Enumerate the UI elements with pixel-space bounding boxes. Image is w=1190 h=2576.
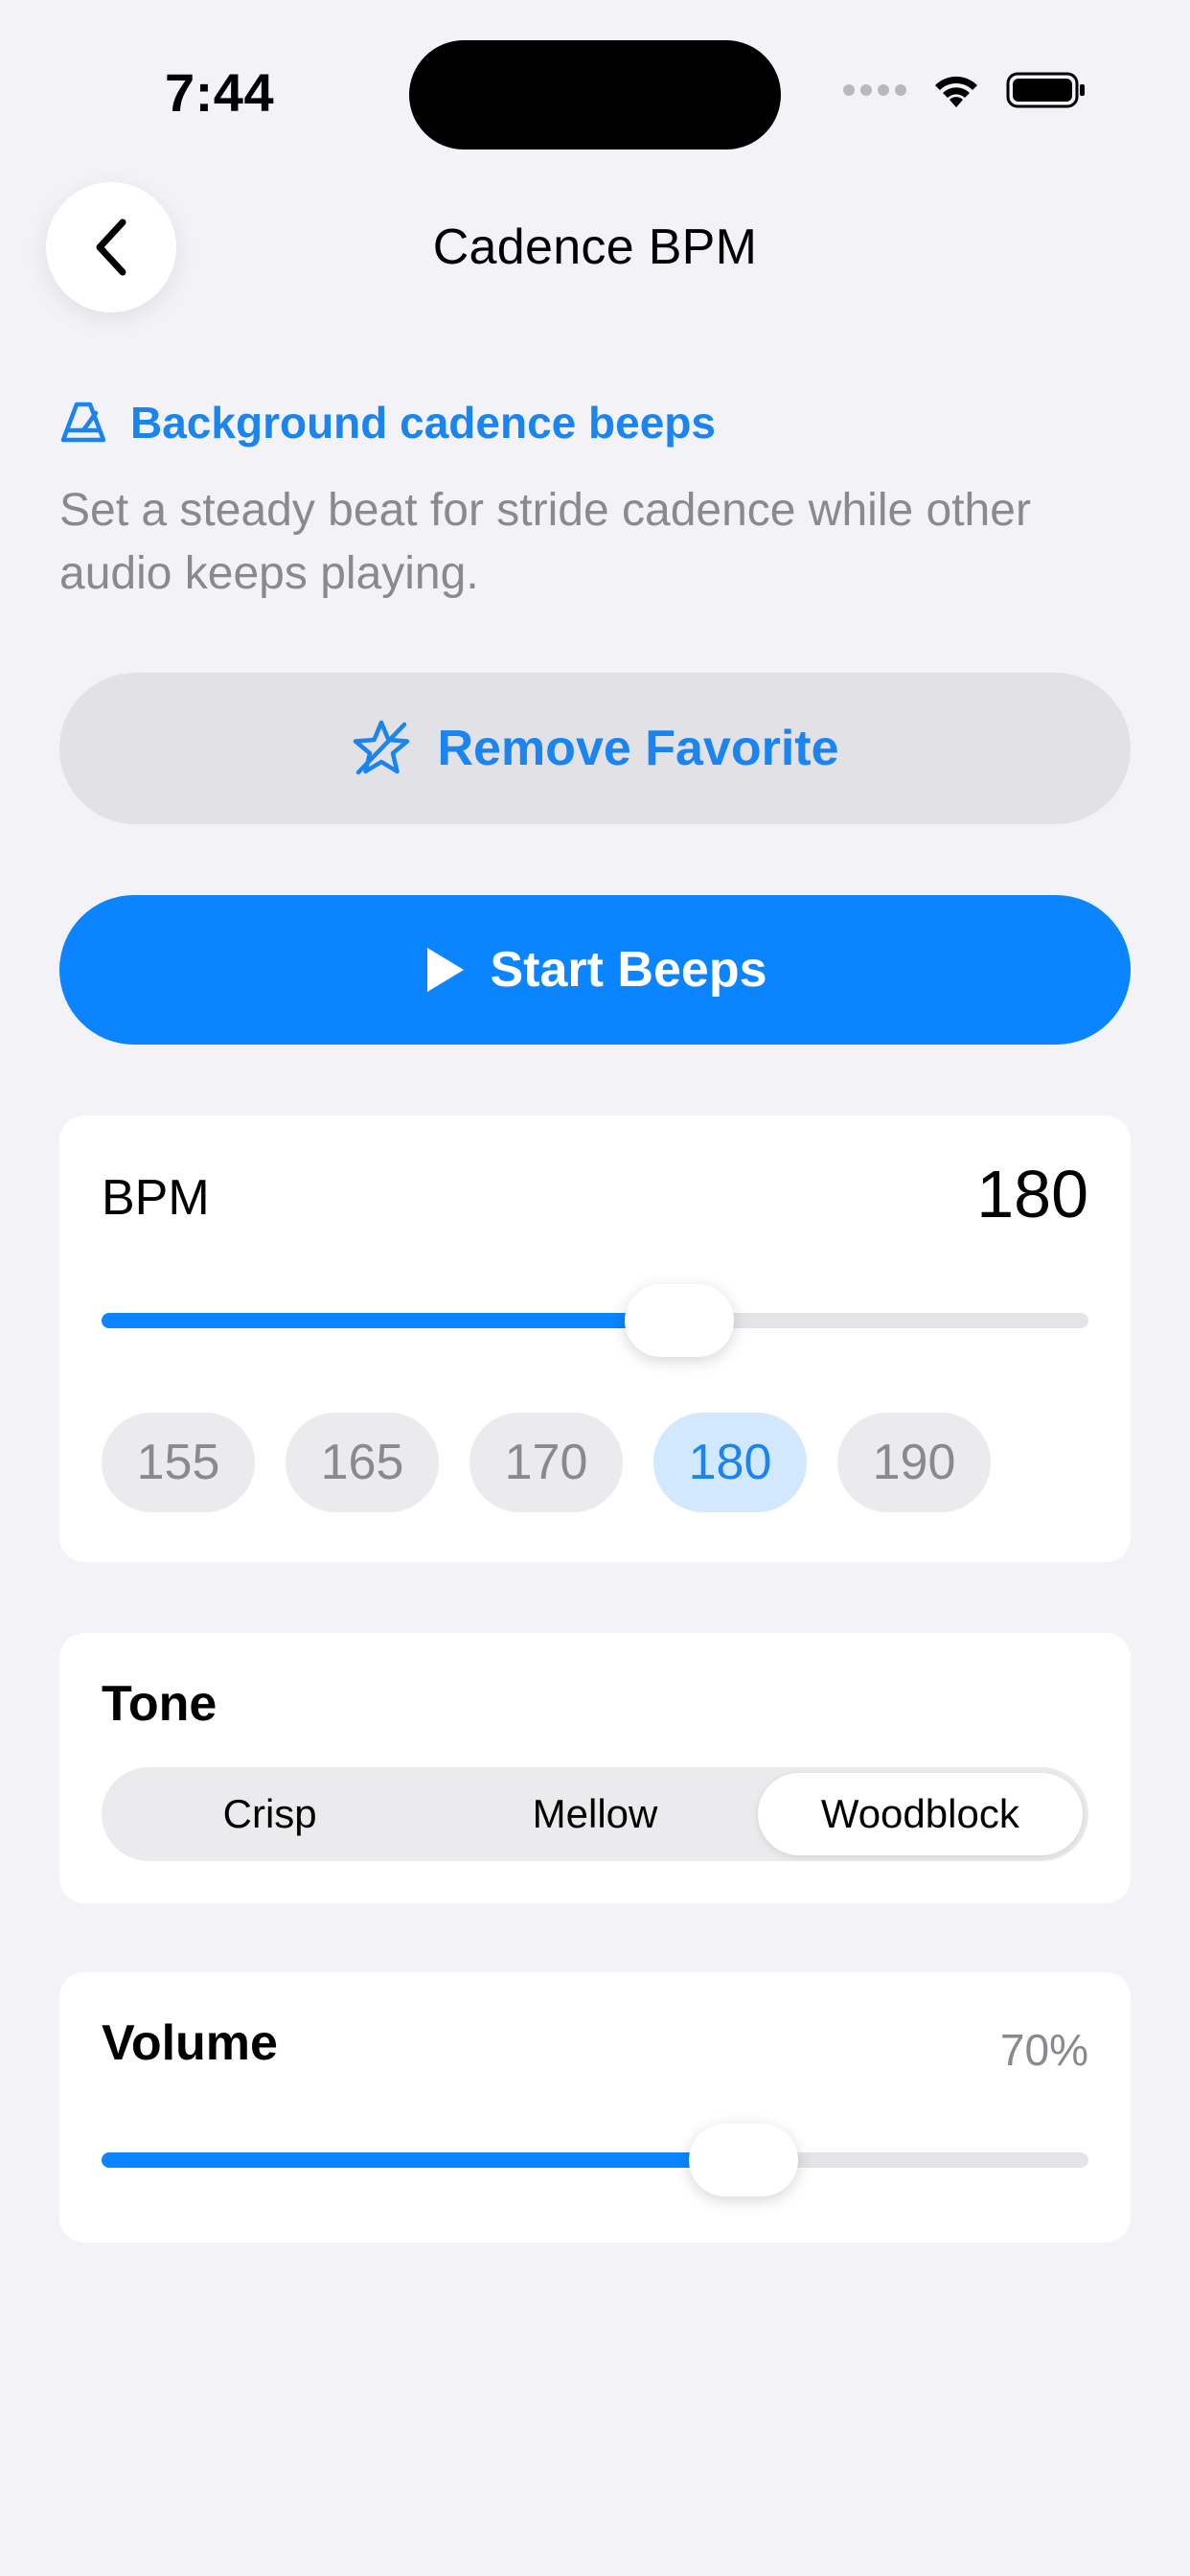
subtitle-text: Background cadence beeps (130, 398, 716, 448)
bpm-preset-180[interactable]: 180 (653, 1413, 807, 1512)
wifi-icon (935, 76, 977, 107)
bpm-preset-165[interactable]: 165 (286, 1413, 439, 1512)
remove-favorite-button[interactable]: Remove Favorite (59, 673, 1131, 824)
volume-label: Volume (102, 2015, 278, 2071)
cellular-icon (843, 84, 906, 96)
tone-segmented-control: Crisp Mellow Woodblock (102, 1767, 1088, 1861)
subtitle-row: Background cadence beeps (59, 397, 716, 448)
dynamic-island (409, 40, 781, 150)
description-text: Set a steady beat for stride cadence whi… (59, 485, 1031, 599)
bpm-slider[interactable] (102, 1284, 1088, 1357)
bpm-slider-thumb[interactable] (624, 1284, 734, 1357)
start-beeps-button[interactable]: Start Beeps (59, 895, 1131, 1045)
volume-value: 70% (999, 2025, 1088, 2075)
start-beeps-label: Start Beeps (490, 942, 767, 998)
star-slash-icon (354, 720, 410, 775)
volume-card: Volume 70% (59, 1972, 1131, 2242)
tone-label: Tone (102, 1676, 217, 1732)
status-time: 7:44 (165, 62, 275, 123)
play-icon (426, 948, 464, 992)
volume-slider[interactable] (102, 2124, 1088, 2196)
battery-icon (1006, 72, 1085, 108)
remove-favorite-label: Remove Favorite (437, 721, 839, 776)
tone-card: Tone Crisp Mellow Woodblock (59, 1633, 1131, 1903)
tone-option-mellow[interactable]: Mellow (432, 1773, 757, 1855)
volume-slider-thumb[interactable] (688, 2124, 798, 2196)
status-indicators (843, 71, 1087, 109)
bpm-card: BPM 180 155 165 170 180 190 (59, 1116, 1131, 1562)
bpm-label: BPM (102, 1170, 210, 1226)
bpm-preset-190[interactable]: 190 (837, 1413, 991, 1512)
metronome-icon (60, 402, 106, 443)
bpm-presets: 155 165 170 180 190 (102, 1413, 991, 1512)
bpm-value: 180 (976, 1157, 1088, 1231)
bpm-preset-170[interactable]: 170 (469, 1413, 623, 1512)
bpm-slider-fill (102, 1313, 679, 1328)
tone-option-woodblock[interactable]: Woodblock (757, 1773, 1083, 1855)
bpm-preset-155[interactable]: 155 (102, 1413, 255, 1512)
tone-option-crisp[interactable]: Crisp (107, 1773, 432, 1855)
volume-slider-fill (102, 2152, 744, 2168)
page-title: Cadence BPM (432, 219, 758, 275)
